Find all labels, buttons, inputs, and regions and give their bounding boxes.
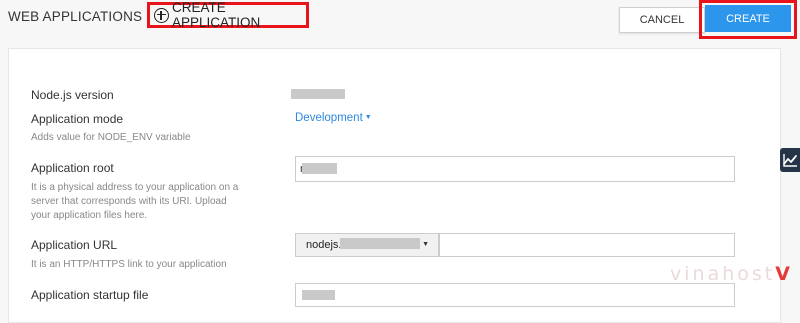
application-startup-file-value-redacted xyxy=(302,290,335,300)
page-title: WEB APPLICATIONS xyxy=(8,9,143,24)
chart-trend-icon xyxy=(783,154,797,167)
application-startup-file-input[interactable] xyxy=(295,283,735,307)
side-tab-button[interactable] xyxy=(780,148,800,172)
create-application-label: CREATE APPLICATION xyxy=(172,0,261,30)
application-mode-hint: Adds value for NODE_ENV variable xyxy=(31,132,191,143)
nodejs-version-value-redacted xyxy=(291,89,345,99)
create-button[interactable]: CREATE xyxy=(705,5,791,32)
application-url-label: Application URL xyxy=(31,238,118,252)
application-mode-dropdown[interactable]: Development ▼ xyxy=(295,112,372,124)
application-mode-label: Application mode xyxy=(31,112,124,126)
application-root-hint: It is a physical address to your applica… xyxy=(31,182,239,221)
application-root-value-redacted xyxy=(302,163,337,174)
nodejs-version-label: Node.js version xyxy=(31,88,114,102)
application-root-label: Application root xyxy=(31,161,114,175)
application-startup-file-label: Application startup file xyxy=(31,288,149,302)
create-application-button[interactable]: CREATE APPLICATION xyxy=(147,0,309,30)
application-mode-selected: Development xyxy=(295,112,363,124)
application-url-hint: It is an HTTP/HTTPS link to your applica… xyxy=(31,259,227,270)
plus-circle-icon xyxy=(154,7,169,23)
domain-value-redacted xyxy=(340,238,420,249)
cancel-button[interactable]: CANCEL xyxy=(619,7,705,33)
watermark-logo: vinahostV xyxy=(670,263,790,285)
application-root-input[interactable]: r xyxy=(295,156,735,182)
caret-down-icon: ▼ xyxy=(422,241,429,248)
domain-prefix: nodejs. xyxy=(306,239,342,251)
caret-down-icon: ▼ xyxy=(364,114,372,121)
watermark-mark-icon: V xyxy=(775,263,790,285)
watermark-text: vinahost xyxy=(670,263,776,285)
application-url-path-input[interactable] xyxy=(439,233,735,257)
